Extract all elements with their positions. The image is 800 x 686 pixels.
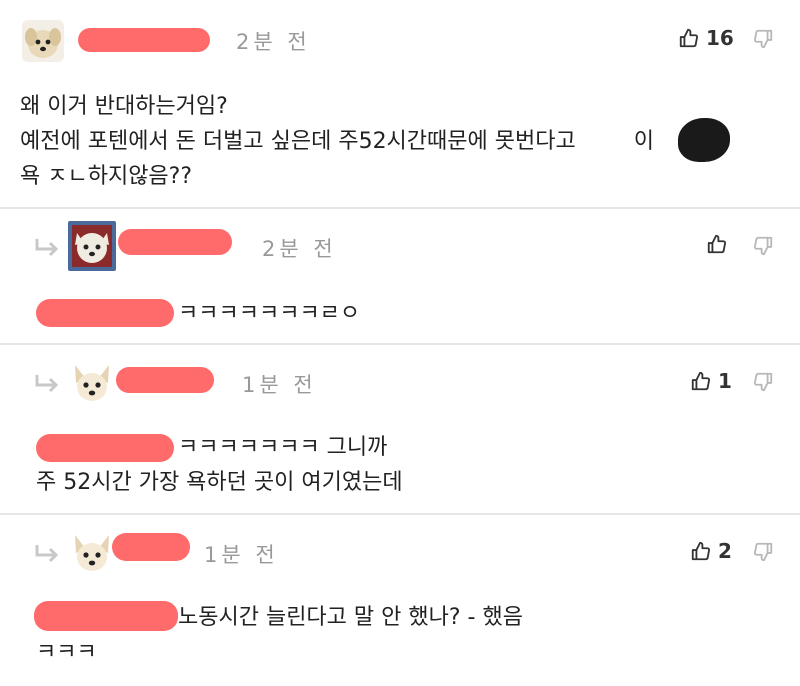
like-button[interactable]: 1 bbox=[690, 369, 732, 393]
thumbs-up-icon bbox=[678, 27, 700, 49]
reply-arrow-icon bbox=[34, 237, 60, 257]
like-button[interactable] bbox=[706, 233, 728, 255]
redaction-mark bbox=[678, 118, 730, 162]
thumbs-up-icon bbox=[690, 370, 712, 392]
comment-time: 1분 전 bbox=[242, 373, 317, 397]
thumbs-down-icon bbox=[752, 29, 774, 54]
comment-line: 욕 ㅈㄴ하지않음?? bbox=[20, 164, 193, 189]
avatar[interactable] bbox=[70, 531, 114, 575]
thumbs-up-icon bbox=[690, 540, 712, 562]
comment-body: ㅋㅋㅋㅋㅋㅋㅋ 그니까 주 52시간 가장 욕하던 곳이 여기였는데 bbox=[36, 430, 403, 500]
reply-item: 1분 전 2 노동시간 늘린다고 말 안 했나? - 했음 ㅋㅋㅋ bbox=[0, 515, 800, 686]
redacted-username bbox=[78, 28, 210, 52]
comment-line: 예전에 포텐에서 돈 더벌고 싶은데 주52시간때문에 못번다고 이 bbox=[20, 129, 654, 154]
redacted-username bbox=[118, 229, 232, 255]
comment-line: 노동시간 늘린다고 말 안 했나? - 했음 bbox=[178, 605, 523, 630]
reply-item: 2분 전 ㅋㅋㅋㅋㅋㅋㅋㄹㅇ bbox=[0, 209, 800, 343]
reply-item: 1분 전 1 ㅋㅋㅋㅋㅋㅋㅋ 그니까 주 52시간 가장 욕하던 곳이 여기였는… bbox=[0, 345, 800, 513]
thumbs-down-icon bbox=[752, 542, 774, 567]
thumbs-down-icon bbox=[752, 236, 774, 261]
comment-line: ㅋㅋㅋㅋㅋㅋㅋㄹㅇ bbox=[178, 301, 361, 326]
avatar[interactable] bbox=[22, 20, 64, 62]
comment-line: ㅋㅋㅋㅋㅋㅋㅋ 그니까 bbox=[178, 435, 388, 460]
thumbs-up-icon bbox=[706, 233, 728, 255]
comment-body: ㅋㅋㅋㅋㅋㅋㅋㄹㅇ bbox=[178, 296, 360, 331]
comment-line: 주 52시간 가장 욕하던 곳이 여기였는데 bbox=[36, 470, 403, 495]
dislike-button[interactable] bbox=[752, 235, 774, 261]
like-count: 1 bbox=[718, 369, 732, 393]
like-button[interactable]: 16 bbox=[678, 26, 734, 50]
dislike-button[interactable] bbox=[752, 541, 774, 567]
dislike-button[interactable] bbox=[752, 371, 774, 397]
comment-line: 왜 이거 반대하는거임? bbox=[20, 94, 228, 119]
reply-arrow-icon bbox=[34, 543, 60, 563]
redacted-username bbox=[112, 533, 190, 561]
avatar[interactable] bbox=[70, 361, 114, 405]
reply-arrow-icon bbox=[34, 373, 60, 393]
like-button[interactable]: 2 bbox=[690, 539, 732, 563]
avatar[interactable] bbox=[68, 221, 116, 271]
comment-item: 2분 전 16 왜 이거 반대하는거임? 예전에 포텐에서 돈 더벌고 싶은데 … bbox=[0, 0, 800, 207]
redacted-mention bbox=[36, 299, 174, 327]
comment-line: ㅋㅋㅋ bbox=[36, 640, 97, 665]
comment-body: 왜 이거 반대하는거임? 예전에 포텐에서 돈 더벌고 싶은데 주52시간때문에… bbox=[20, 89, 654, 194]
like-count: 2 bbox=[718, 539, 732, 563]
redacted-username bbox=[116, 367, 214, 393]
like-count: 16 bbox=[706, 26, 734, 50]
comment-body: 노동시간 늘린다고 말 안 했나? - 했음 ㅋㅋㅋ bbox=[36, 600, 523, 670]
comment-time: 2분 전 bbox=[262, 237, 337, 261]
comment-time: 2분 전 bbox=[236, 30, 311, 54]
dislike-button[interactable] bbox=[752, 28, 774, 54]
comment-time: 1분 전 bbox=[204, 543, 279, 567]
thumbs-down-icon bbox=[752, 372, 774, 397]
